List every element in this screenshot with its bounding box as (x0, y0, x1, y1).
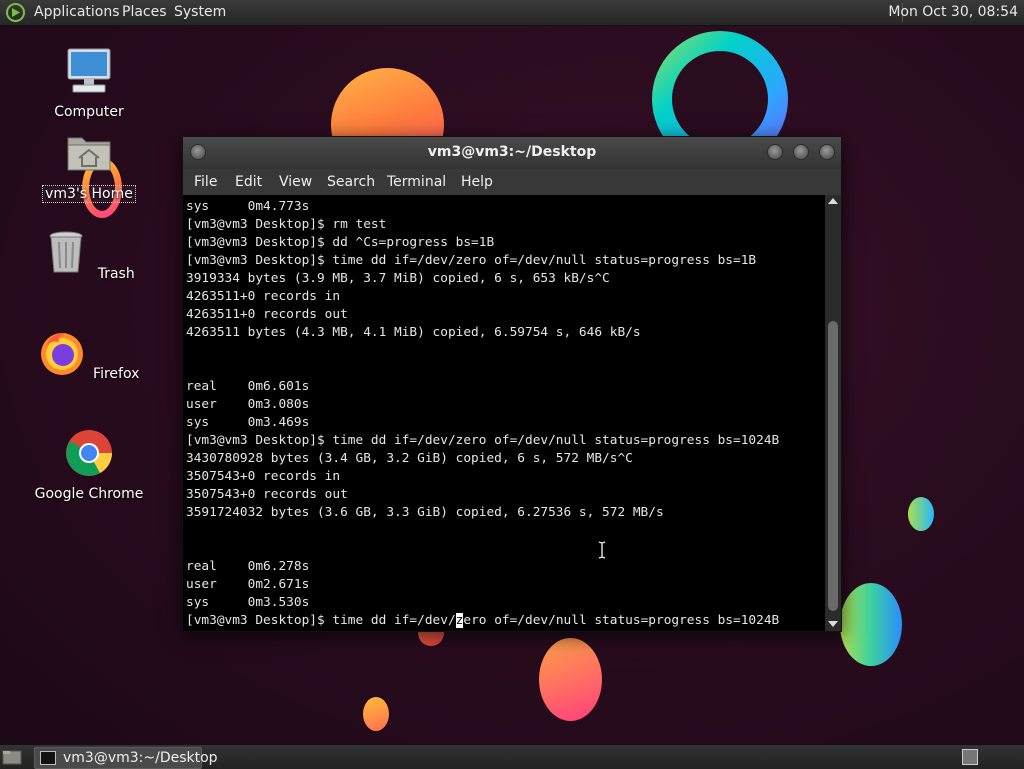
terminal-line: 3430780928 bytes (3.4 GB, 3.2 GiB) copie… (186, 451, 633, 466)
terminal-scrollbar[interactable] (825, 195, 841, 631)
current-command-suffix: ero of=/dev/null status=progress bs=1024… (463, 613, 780, 628)
terminal-line: [vm3@vm3 Desktop]$ rm test (186, 217, 387, 232)
desktop-icon-firefox[interactable]: Firefox (30, 328, 148, 382)
top-panel: Applications Places System Mon Oct 30, 0… (0, 0, 1024, 26)
clock[interactable]: Mon Oct 30, 08:54 (882, 0, 1024, 25)
distro-logo-icon[interactable] (6, 3, 25, 22)
scroll-down-arrow-icon[interactable] (828, 621, 838, 627)
firefox-icon (40, 332, 83, 375)
desktop-icon-label: Firefox (93, 366, 140, 382)
terminal-line: 3919334 bytes (3.9 MB, 3.7 MiB) copied, … (186, 271, 610, 286)
menu-file[interactable]: File (194, 169, 217, 195)
wallpaper-pink-oval (539, 638, 602, 721)
taskbar-button-label: vm3@vm3:~/Desktop (63, 750, 218, 766)
scroll-up-arrow-icon[interactable] (828, 198, 838, 204)
terminal-line: sys 0m3.469s (186, 415, 310, 430)
terminal-line: 4263511+0 records out (186, 307, 348, 322)
menu-search[interactable]: Search (327, 169, 375, 195)
terminal-line: 4263511 bytes (4.3 MB, 4.1 MiB) copied, … (186, 325, 641, 340)
terminal-line: [vm3@vm3 Desktop]$ time dd if=/dev/zero … (186, 433, 780, 448)
terminal-line: user 0m3.080s (186, 397, 310, 412)
desktop-icon-home[interactable]: vm3's Home (30, 128, 148, 203)
terminal-line: real 0m6.601s (186, 379, 310, 394)
terminal-line: sys 0m3.530s (186, 595, 310, 610)
computer-icon (67, 48, 111, 93)
wallpaper-small-orange-oval (363, 697, 389, 731)
menu-edit[interactable]: Edit (235, 169, 262, 195)
terminal-output[interactable]: sys 0m4.773s [vm3@vm3 Desktop]$ rm test … (183, 195, 825, 631)
terminal-line: user 0m2.671s (186, 577, 310, 592)
terminal-window[interactable]: vm3@vm3:~/Desktop File Edit View Search … (182, 136, 842, 632)
trash-icon (49, 231, 83, 273)
show-desktop-icon[interactable] (2, 748, 22, 766)
wallpaper-green-oval (840, 583, 902, 666)
wallpaper-small-green-oval (908, 497, 934, 531)
desktop-icon-trash[interactable]: Trash (30, 228, 148, 282)
desktop-icon-label: Trash (97, 266, 135, 282)
bottom-panel: vm3@vm3:~/Desktop (0, 744, 1024, 769)
terminal-line: real 0m6.278s (186, 559, 310, 574)
desktop-icon-computer[interactable]: Computer (30, 46, 148, 120)
maximize-button[interactable] (793, 144, 809, 160)
terminal-icon (40, 751, 56, 765)
menu-help[interactable]: Help (461, 169, 493, 195)
minimize-button[interactable] (767, 144, 783, 160)
ibeam-cursor-icon (598, 541, 606, 559)
places-menu[interactable]: Places (122, 0, 167, 25)
menu-terminal[interactable]: Terminal (387, 169, 446, 195)
terminal-history: sys 0m4.773s [vm3@vm3 Desktop]$ rm test … (186, 199, 779, 610)
desktop-icon-label: Google Chrome (34, 486, 144, 502)
terminal-menu-bar: File Edit View Search Terminal Help (183, 169, 841, 195)
window-title-bar[interactable]: vm3@vm3:~/Desktop (183, 137, 841, 169)
terminal-line: 4263511+0 records in (186, 289, 341, 304)
terminal-line: 3591724032 bytes (3.6 GB, 3.3 GiB) copie… (186, 505, 664, 520)
menu-view[interactable]: View (279, 169, 312, 195)
terminal-line: [vm3@vm3 Desktop]$ time dd if=/dev/zero … (186, 253, 757, 268)
chrome-icon (66, 430, 112, 476)
applications-menu[interactable]: Applications (34, 0, 120, 25)
terminal-line: 3507543+0 records in (186, 469, 341, 484)
close-button[interactable] (819, 144, 835, 160)
scrollbar-thumb[interactable] (828, 321, 838, 611)
desktop-icon-chrome[interactable]: Google Chrome (30, 428, 148, 502)
system-menu[interactable]: System (174, 0, 226, 25)
terminal-text[interactable]: sys 0m4.773s [vm3@vm3 Desktop]$ rm test … (183, 195, 825, 630)
home-folder-icon (67, 137, 111, 171)
current-command-prefix: [vm3@vm3 Desktop]$ time dd if=/dev/ (186, 613, 456, 628)
desktop-icon-label: Computer (54, 104, 124, 120)
taskbar-button-terminal[interactable]: vm3@vm3:~/Desktop (34, 747, 218, 769)
desktop-icon-label: vm3's Home (42, 185, 136, 203)
terminal-line: [vm3@vm3 Desktop]$ dd ^Cs=progress bs=1B (186, 235, 495, 250)
workspace-switcher[interactable] (962, 749, 978, 765)
terminal-line: 3507543+0 records out (186, 487, 348, 502)
window-title: vm3@vm3:~/Desktop (427, 144, 597, 160)
terminal-line: sys 0m4.773s (186, 199, 310, 214)
